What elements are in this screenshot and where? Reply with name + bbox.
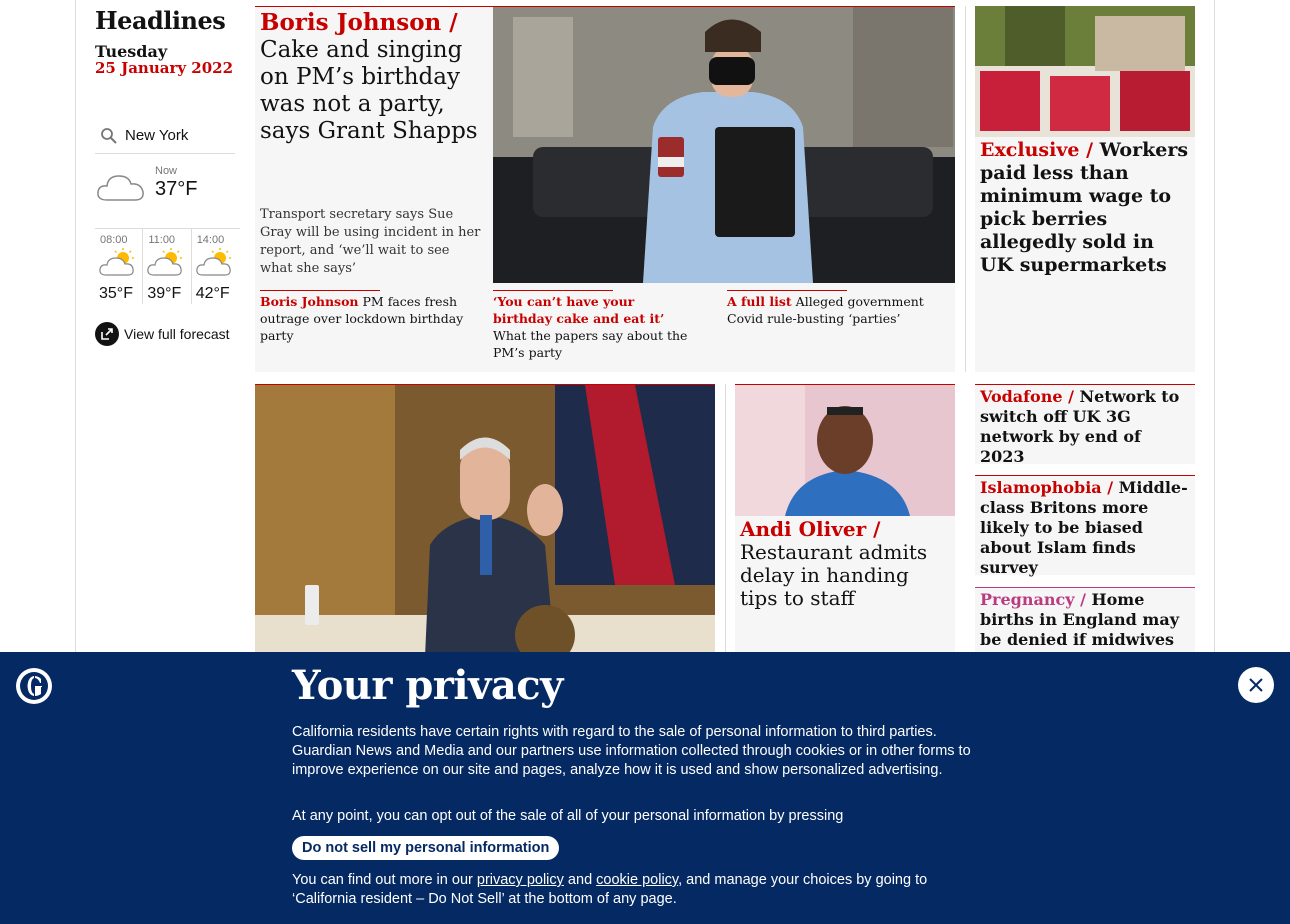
weather-location[interactable]: New York <box>95 118 235 154</box>
biden-story-image[interactable] <box>255 384 715 656</box>
berries-headline[interactable]: Exclusive / Workers paid less than minim… <box>980 139 1192 277</box>
main-trail-text: Transport secretary says Sue Gray will b… <box>260 207 481 276</box>
privacy-policy-link[interactable]: privacy policy <box>477 872 564 888</box>
forecast-temperature: 35°F <box>99 285 133 302</box>
view-full-forecast-label: View full forecast <box>124 326 230 342</box>
sublink-kicker: ‘You can’t have your birthday cake and e… <box>493 294 665 326</box>
sublink[interactable]: ‘You can’t have your birthday cake and e… <box>493 290 693 361</box>
andi-story-card[interactable]: Andi Oliver / Restaurant admits delay in… <box>735 384 955 656</box>
main-headline-text: Cake and singing on PM’s birthday was no… <box>260 37 478 144</box>
andi-image[interactable] <box>735 385 955 516</box>
sublink-text: What the papers say about the PM’s party <box>493 328 688 360</box>
forecast-slot: 11:00 39°F <box>143 229 192 304</box>
section-title: Headlines <box>95 6 226 35</box>
forecast-slot: 08:00 35°F <box>95 229 144 304</box>
main-headline[interactable]: Boris Johnson / Cake and singing on PM’s… <box>260 9 485 145</box>
sublink-kicker: A full list <box>727 294 792 309</box>
forecast-time: 11:00 <box>148 234 176 246</box>
berries-story-card[interactable]: Exclusive / Workers paid less than minim… <box>975 6 1195 372</box>
close-icon <box>1249 678 1263 692</box>
main-kicker: Boris Johnson / <box>260 9 458 36</box>
sublink[interactable]: A full list Alleged government Covid rul… <box>727 290 937 327</box>
cookie-policy-link[interactable]: cookie policy <box>596 872 678 888</box>
side-kicker: Islamophobia / <box>980 478 1114 497</box>
weather-now: Now 37°F <box>95 162 235 224</box>
forecast-temperature: 39°F <box>147 285 182 302</box>
privacy-title: Your privacy <box>292 662 563 709</box>
berries-image[interactable] <box>975 6 1195 137</box>
forecast-row: 08:00 35°F 11:00 39°F 14:00 42°F <box>95 228 240 304</box>
forecast-time: 14:00 <box>196 234 225 246</box>
main-story-card[interactable]: Boris Johnson / Cake and singing on PM’s… <box>255 6 955 372</box>
view-full-forecast-link[interactable]: View full forecast <box>95 322 230 346</box>
cloud-icon <box>97 175 144 201</box>
andi-kicker: Andi Oliver / <box>740 517 881 541</box>
side-story[interactable]: Islamophobia / Middle-class Britons more… <box>975 475 1195 577</box>
side-kicker: Pregnancy / <box>980 590 1086 609</box>
do-not-sell-button[interactable]: Do not sell my personal information <box>292 836 560 860</box>
external-link-icon <box>95 322 119 346</box>
now-label: Now <box>155 165 178 177</box>
forecast-slot: 14:00 42°F <box>192 229 240 304</box>
date-label: 25 January 2022 <box>95 59 234 77</box>
privacy-optout-text: At any point, you can opt out of the sal… <box>292 808 844 824</box>
now-temperature: 37°F <box>155 178 198 200</box>
berries-kicker: Exclusive / <box>980 139 1094 161</box>
privacy-more-pre: You can find out more in our <box>292 872 477 888</box>
location-name: New York <box>125 127 189 144</box>
close-button[interactable] <box>1238 667 1274 703</box>
main-story-image[interactable] <box>493 7 955 283</box>
sun-cloud-icon <box>99 248 134 276</box>
guardian-logo-icon <box>16 668 52 704</box>
sun-cloud-icon <box>195 248 231 276</box>
sun-cloud-icon <box>147 248 183 276</box>
andi-headline[interactable]: Andi Oliver / Restaurant admits delay in… <box>740 518 952 610</box>
privacy-banner: Your privacy California residents have c… <box>0 652 1290 924</box>
sublink[interactable]: Boris Johnson PM faces fresh outrage ove… <box>260 290 470 344</box>
privacy-more-info: You can find out more in our privacy pol… <box>292 871 992 909</box>
privacy-more-and: and <box>563 872 597 888</box>
andi-headline-text: Restaurant admits delay in handing tips … <box>740 540 928 610</box>
search-icon <box>101 127 117 144</box>
side-story[interactable]: Vodafone / Network to switch off UK 3G n… <box>975 384 1195 466</box>
privacy-body: California residents have certain rights… <box>292 724 971 778</box>
sublink-kicker: Boris Johnson <box>260 294 359 309</box>
column-divider <box>965 6 966 372</box>
forecast-temperature: 42°F <box>195 285 230 302</box>
column-divider <box>725 384 726 664</box>
forecast-time: 08:00 <box>100 234 128 246</box>
side-kicker: Vodafone / <box>980 387 1074 406</box>
